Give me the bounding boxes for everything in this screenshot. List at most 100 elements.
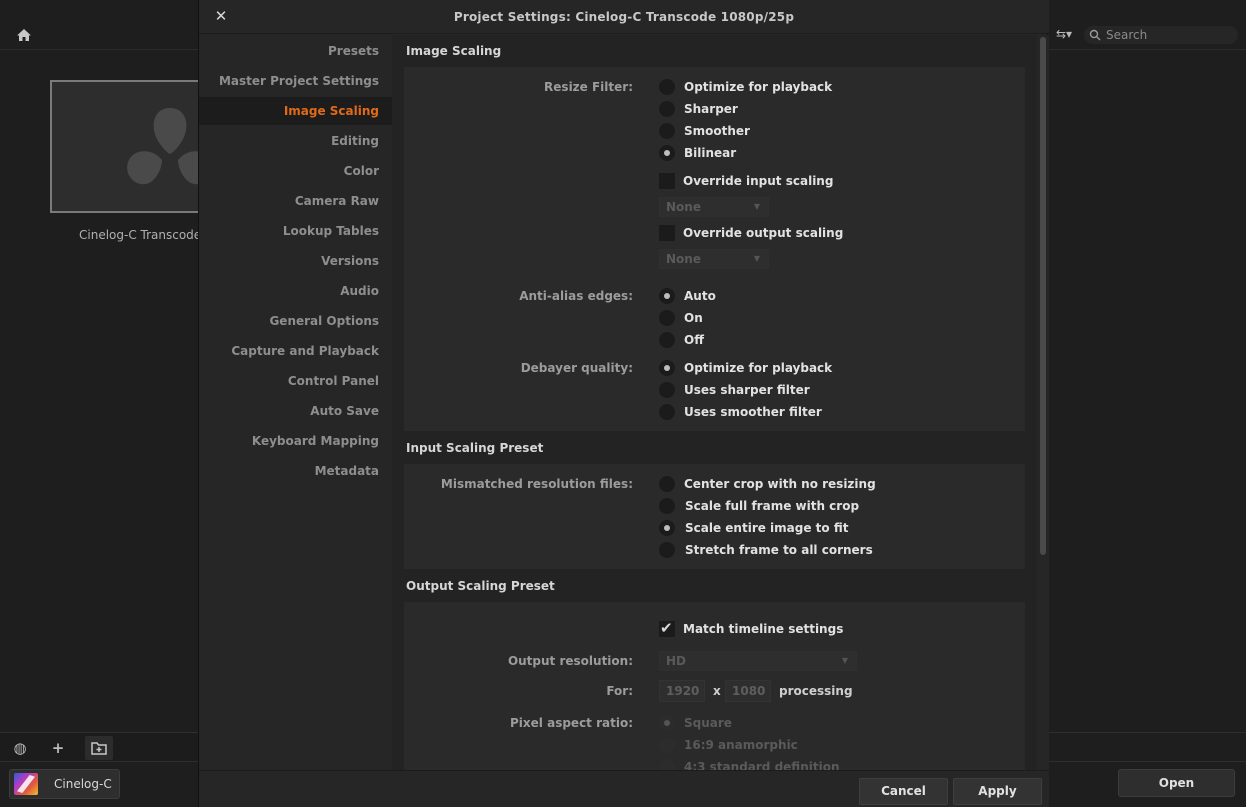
sidebar-item-control-panel[interactable]: Control Panel xyxy=(199,367,392,395)
radio-smoother[interactable] xyxy=(659,123,675,139)
project-title: Cinelog-C Transcode xyxy=(79,228,202,242)
sidebar-item-master-project-settings[interactable]: Master Project Settings xyxy=(199,67,392,95)
match-timeline-checkbox[interactable]: ✔ xyxy=(659,619,675,637)
sidebar-item-capture-and-playback[interactable]: Capture and Playback xyxy=(199,337,392,365)
radio-par-anamorphic[interactable] xyxy=(659,737,675,753)
davinci-app-icon xyxy=(14,773,38,795)
sidebar-item-editing[interactable]: Editing xyxy=(199,127,392,155)
sidebar-item-general-options[interactable]: General Options xyxy=(199,307,392,335)
radio-stretch-frame[interactable] xyxy=(659,542,675,558)
checkmark-icon: ✔ xyxy=(660,619,673,637)
dialog-title: Project Settings: Cinelog-C Transcode 10… xyxy=(453,10,795,24)
input-scaling-panel: Mismatched resolution files: Center crop… xyxy=(404,464,1025,569)
radio-bilinear[interactable] xyxy=(659,145,675,161)
project-thumbnail[interactable] xyxy=(50,80,210,213)
settings-content: Image Scaling Resize Filter: Optimize fo… xyxy=(392,35,1037,770)
new-folder-icon[interactable] xyxy=(85,736,113,760)
option-antialias-off: Off xyxy=(684,333,704,347)
radio-center-crop[interactable] xyxy=(659,476,675,492)
output-scaling-panel: ✔ Match timeline settings Output resolut… xyxy=(404,602,1025,770)
section-title-input-scaling: Input Scaling Preset xyxy=(406,441,544,455)
override-input-dropdown[interactable]: None ▼ xyxy=(659,197,769,217)
resize-filter-label: Resize Filter: xyxy=(544,80,633,94)
radio-antialias-on[interactable] xyxy=(659,310,675,326)
radio-antialias-auto[interactable] xyxy=(659,288,675,304)
output-resolution-dropdown[interactable]: HD ▼ xyxy=(659,651,857,671)
sidebar-item-auto-save[interactable]: Auto Save xyxy=(199,397,392,425)
times-label: x xyxy=(713,684,721,698)
apply-button[interactable]: Apply xyxy=(953,778,1042,805)
sidebar-item-presets[interactable]: Presets xyxy=(199,37,392,65)
option-par-anamorphic: 16:9 anamorphic xyxy=(684,738,798,752)
sidebar-item-metadata[interactable]: Metadata xyxy=(199,457,392,485)
radio-par-square[interactable] xyxy=(659,715,675,731)
processing-label: processing xyxy=(779,684,853,698)
mismatch-label: Mismatched resolution files: xyxy=(440,477,633,491)
for-label: For: xyxy=(606,684,633,698)
resolve-logo-icon xyxy=(127,108,208,185)
option-smoother: Smoother xyxy=(684,124,750,138)
option-debayer-smoother: Uses smoother filter xyxy=(684,405,822,419)
pixel-aspect-label: Pixel aspect ratio: xyxy=(510,716,633,730)
radio-scale-entire-image[interactable] xyxy=(659,520,675,536)
sidebar-item-versions[interactable]: Versions xyxy=(199,247,392,275)
option-debayer-sharper: Uses sharper filter xyxy=(684,383,810,397)
option-debayer-optimize: Optimize for playback xyxy=(684,361,833,375)
right-toolbar xyxy=(1048,732,1246,762)
height-field[interactable]: 1080 xyxy=(725,680,771,702)
project-manager-right: ⇆▾ Open xyxy=(1048,0,1246,807)
radio-debayer-smoother[interactable] xyxy=(659,404,675,420)
antialias-label: Anti-alias edges: xyxy=(519,289,633,303)
sidebar-item-lookup-tables[interactable]: Lookup Tables xyxy=(199,217,392,245)
open-button[interactable]: Open xyxy=(1118,769,1235,797)
search-icon xyxy=(1089,29,1101,41)
width-field[interactable]: 1920 xyxy=(659,680,705,702)
radio-scale-full-frame[interactable] xyxy=(659,498,675,514)
option-center-crop: Center crop with no resizing xyxy=(684,477,876,491)
add-project-icon[interactable]: + xyxy=(49,739,67,757)
radio-optimize-playback[interactable] xyxy=(659,79,675,95)
debayer-label: Debayer quality: xyxy=(520,361,633,375)
cancel-button[interactable]: Cancel xyxy=(859,778,948,805)
network-icon[interactable]: ◍ xyxy=(11,739,29,757)
search-input[interactable] xyxy=(1106,27,1230,43)
home-icon[interactable] xyxy=(16,27,32,43)
override-input-checkbox[interactable] xyxy=(659,173,675,189)
output-resolution-label: Output resolution: xyxy=(507,654,633,668)
scroll-thumb[interactable] xyxy=(1040,37,1046,555)
settings-sidebar: Presets Master Project Settings Image Sc… xyxy=(199,35,392,770)
sidebar-item-color[interactable]: Color xyxy=(199,157,392,185)
match-timeline-label: Match timeline settings xyxy=(683,622,844,636)
chevron-down-icon: ▼ xyxy=(753,202,760,211)
content-scrollbar[interactable] xyxy=(1037,35,1049,770)
sort-options-icon[interactable]: ⇆▾ xyxy=(1056,27,1078,43)
sidebar-item-camera-raw[interactable]: Camera Raw xyxy=(199,187,392,215)
option-scale-full-frame: Scale full frame with crop xyxy=(685,499,860,513)
chevron-down-icon: ▼ xyxy=(753,254,760,263)
sidebar-item-keyboard-mapping[interactable]: Keyboard Mapping xyxy=(199,427,392,455)
radio-par-standard-def[interactable] xyxy=(659,759,675,770)
option-bilinear: Bilinear xyxy=(684,146,737,160)
radio-antialias-off[interactable] xyxy=(659,332,675,348)
output-resolution-value: HD xyxy=(666,654,687,668)
project-chip[interactable]: Cinelog-C xyxy=(9,769,120,799)
project-chip-label: Cinelog-C xyxy=(54,777,112,791)
search-box[interactable] xyxy=(1084,26,1238,44)
radio-debayer-sharper[interactable] xyxy=(659,382,675,398)
override-output-dropdown[interactable]: None ▼ xyxy=(659,249,769,269)
section-title-image-scaling: Image Scaling xyxy=(406,44,502,58)
chevron-down-icon: ▼ xyxy=(841,656,848,665)
option-scale-entire-image: Scale entire image to fit xyxy=(685,521,849,535)
option-antialias-auto: Auto xyxy=(684,289,716,303)
sidebar-item-audio[interactable]: Audio xyxy=(199,277,392,305)
option-optimize-playback: Optimize for playback xyxy=(684,80,833,94)
sidebar-item-image-scaling[interactable]: Image Scaling xyxy=(199,97,392,125)
radio-sharper[interactable] xyxy=(659,101,675,117)
option-par-square: Square xyxy=(684,716,732,730)
override-input-value: None xyxy=(666,200,701,214)
radio-debayer-optimize[interactable] xyxy=(659,360,675,376)
option-par-standard-def: 4:3 standard definition xyxy=(684,760,840,770)
override-output-label: Override output scaling xyxy=(683,226,844,240)
dialog-footer: Cancel Apply xyxy=(199,770,1049,807)
override-output-checkbox[interactable] xyxy=(659,225,675,241)
